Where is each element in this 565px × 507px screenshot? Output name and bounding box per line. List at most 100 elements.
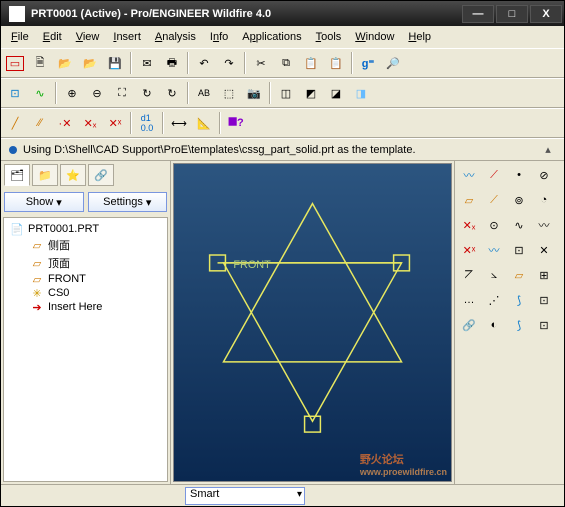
measure2-button[interactable]: 📐 bbox=[192, 111, 216, 135]
sk-b3-button[interactable]: ∿ bbox=[507, 213, 531, 237]
menu-help[interactable]: Help bbox=[402, 29, 437, 45]
sk-c2-button[interactable]: 〰 bbox=[482, 238, 506, 262]
msg-scroll-up[interactable]: ▴ bbox=[540, 143, 556, 156]
save-button[interactable]: 💾 bbox=[103, 51, 127, 75]
wireframe-button[interactable]: ◫ bbox=[274, 81, 298, 105]
zoomout-button[interactable]: ⊖ bbox=[85, 81, 109, 105]
cut-button[interactable]: ✂ bbox=[249, 51, 273, 75]
sk-d4-button[interactable]: ⊞ bbox=[532, 263, 556, 287]
sk-f3-button[interactable]: ⟆ bbox=[507, 313, 531, 337]
sk-pt-button[interactable]: • bbox=[507, 163, 531, 187]
menu-file[interactable]: File bbox=[5, 29, 35, 45]
sk-e4-button[interactable]: ⊡ bbox=[532, 288, 556, 312]
zoomfit-button[interactable]: ⛶ bbox=[110, 81, 134, 105]
tab-favorites[interactable]: ⭐ bbox=[60, 164, 86, 186]
sk-c4-button[interactable]: ✕ bbox=[532, 238, 556, 262]
mail-icon: ✉ bbox=[142, 57, 151, 70]
sk-d2-button[interactable]: ⦣ bbox=[482, 263, 506, 287]
text-button[interactable]: AB bbox=[192, 81, 216, 105]
paste2-button[interactable]: 📋 bbox=[324, 51, 348, 75]
sk-line-button[interactable]: 〰 bbox=[457, 163, 481, 187]
menu-edit[interactable]: Edit bbox=[37, 29, 68, 45]
maximize-button[interactable]: □ bbox=[496, 5, 528, 23]
open-button[interactable]: 📂 bbox=[53, 51, 77, 75]
sk-arc-button[interactable]: ✕ˣ bbox=[457, 238, 481, 262]
print-button[interactable]: 🖶 bbox=[160, 51, 184, 75]
datum1-button[interactable]: ╱ bbox=[3, 111, 27, 135]
camera-button[interactable]: 📷 bbox=[242, 81, 266, 105]
measure1-button[interactable]: ⟷ bbox=[167, 111, 191, 135]
sk-e2-button[interactable]: ⋰ bbox=[482, 288, 506, 312]
tree-item-4[interactable]: ➔ Insert Here bbox=[6, 300, 165, 314]
minimize-button[interactable]: — bbox=[462, 5, 494, 23]
sk-a1-button[interactable]: ⊘ bbox=[532, 163, 556, 187]
close-button[interactable]: X bbox=[530, 5, 562, 23]
datum2-icon: ⁄⁄ bbox=[38, 117, 42, 129]
sk-f2-button[interactable]: ◐ bbox=[482, 313, 506, 337]
sk-a2-button[interactable]: ⟋ bbox=[482, 188, 506, 212]
openset-button[interactable]: 📂 bbox=[78, 51, 102, 75]
menu-insert[interactable]: Insert bbox=[107, 29, 147, 45]
filter-combo[interactable]: Smart bbox=[185, 487, 305, 505]
settings-button[interactable]: Settings ▾ bbox=[88, 192, 168, 212]
sk-f1-button[interactable]: 🔗 bbox=[457, 313, 481, 337]
orient-button[interactable]: ↻ bbox=[160, 81, 184, 105]
tree-item-2[interactable]: ▱ FRONT bbox=[6, 272, 165, 286]
sk-a3-button[interactable]: ⊚ bbox=[507, 188, 531, 212]
sk-c3-button[interactable]: ⊡ bbox=[507, 238, 531, 262]
new-button[interactable]: ▭ bbox=[3, 51, 27, 75]
sk-a4-button[interactable]: ◔ bbox=[532, 188, 556, 212]
mail-button[interactable]: ✉ bbox=[135, 51, 159, 75]
selnode-button[interactable]: ⊡ bbox=[3, 81, 27, 105]
dim-button[interactable]: d10.0 bbox=[135, 111, 159, 135]
show-button[interactable]: Show ▾ bbox=[4, 192, 84, 212]
layers-button[interactable]: ⬚ bbox=[217, 81, 241, 105]
sk-chain-button[interactable]: ⟋ bbox=[482, 163, 506, 187]
help-button[interactable]: ⯀? bbox=[224, 111, 248, 135]
datum2-button[interactable]: ⁄⁄ bbox=[28, 111, 52, 135]
tree-item-1[interactable]: ▱ 顶面 bbox=[6, 254, 165, 272]
menu-analysis[interactable]: Analysis bbox=[149, 29, 202, 45]
redo-button[interactable]: ↷ bbox=[217, 51, 241, 75]
selcurve-button[interactable]: ∿ bbox=[28, 81, 52, 105]
shaded-button[interactable]: ◨ bbox=[349, 81, 373, 105]
tree-item-3[interactable]: ✳ CS0 bbox=[6, 286, 165, 300]
undo-button[interactable]: ↶ bbox=[192, 51, 216, 75]
undo-icon: ↶ bbox=[199, 57, 208, 70]
datum5-button[interactable]: ✕ˣ bbox=[103, 111, 127, 135]
sk-rect-button[interactable]: ▱ bbox=[457, 188, 481, 212]
find-button[interactable]: 🔎 bbox=[381, 51, 405, 75]
regen-button[interactable]: g⁼ bbox=[356, 51, 380, 75]
model-tree[interactable]: 📄 PRT0001.PRT ▱ 侧面 ▱ 顶面 ▱ FRONT ✳ CS0 bbox=[3, 217, 168, 482]
graphics-viewport[interactable]: FRONT 野火论坛 www.proewildfire.cn bbox=[173, 163, 452, 482]
sk-b2-button[interactable]: ⊙ bbox=[482, 213, 506, 237]
menu-window[interactable]: Window bbox=[349, 29, 400, 45]
datum4-button[interactable]: ✕ₓ bbox=[78, 111, 102, 135]
sk-b4-button[interactable]: 〰 bbox=[532, 213, 556, 237]
refresh-button[interactable]: ↻ bbox=[135, 81, 159, 105]
nohidden-button[interactable]: ◪ bbox=[324, 81, 348, 105]
sk-e3-button[interactable]: ⟆ bbox=[507, 288, 531, 312]
f3-icon: ⟆ bbox=[517, 319, 521, 332]
statusbar: Smart bbox=[1, 484, 564, 506]
sk-f4-button[interactable]: ⊡ bbox=[532, 313, 556, 337]
sk-d3-button[interactable]: ▱ bbox=[507, 263, 531, 287]
tab-folder[interactable]: 📁 bbox=[32, 164, 58, 186]
hidden-button[interactable]: ◩ bbox=[299, 81, 323, 105]
tree-root[interactable]: 📄 PRT0001.PRT bbox=[6, 222, 165, 236]
sk-more-button[interactable]: … bbox=[457, 288, 481, 312]
tab-connect[interactable]: 🔗 bbox=[88, 164, 114, 186]
tab-modeltree[interactable]: 🗂 bbox=[4, 164, 30, 186]
copy-button[interactable]: ⧉ bbox=[274, 51, 298, 75]
sk-circle-button[interactable]: ✕ₓ bbox=[457, 213, 481, 237]
sk-fillet-button[interactable]: ⦢ bbox=[457, 263, 481, 287]
datum3-button[interactable]: ·✕ bbox=[53, 111, 77, 135]
zoomin-button[interactable]: ⊕ bbox=[60, 81, 84, 105]
paste-button[interactable]: 📋 bbox=[299, 51, 323, 75]
menu-info[interactable]: Info bbox=[204, 29, 234, 45]
newdoc-button[interactable]: 🗎 bbox=[28, 51, 52, 75]
menu-tools[interactable]: Tools bbox=[310, 29, 348, 45]
menu-applications[interactable]: Applications bbox=[236, 29, 307, 45]
tree-item-0[interactable]: ▱ 侧面 bbox=[6, 236, 165, 254]
menu-view[interactable]: View bbox=[70, 29, 106, 45]
